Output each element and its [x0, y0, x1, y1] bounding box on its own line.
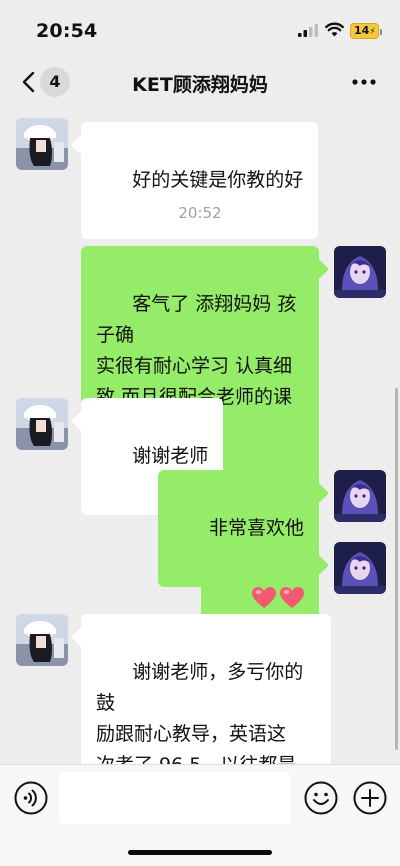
heart-icon: [280, 587, 304, 608]
emoji-icon[interactable]: [304, 781, 338, 815]
chat-scrollbar[interactable]: [395, 388, 398, 750]
my-avatar[interactable]: [334, 542, 386, 594]
message-bubble[interactable]: 谢谢老师，多亏你的鼓 励跟耐心教导，英语这 次考了 96.5，以往都是 80 多…: [81, 614, 331, 764]
home-indicator[interactable]: [128, 850, 272, 855]
message-list[interactable]: 好的关键是你教的好 20:52 客气了 添翔妈妈 孩子确 实很有耐心学习 认真细…: [0, 106, 400, 764]
status-time: 20:54: [36, 20, 98, 42]
plus-icon[interactable]: [353, 781, 387, 815]
message-text: 谢谢老师: [132, 445, 209, 467]
contact-avatar[interactable]: [16, 118, 68, 170]
heart-icon: [252, 587, 276, 608]
message-text: 好的关键是你教的好: [132, 169, 304, 191]
my-avatar[interactable]: [334, 470, 386, 522]
battery-indicator: 14⚡: [350, 23, 382, 39]
contact-avatar[interactable]: [16, 398, 68, 450]
battery-level: 14: [354, 24, 370, 37]
input-bar: [0, 764, 400, 866]
voice-icon[interactable]: [14, 781, 48, 815]
signal-icon: [298, 24, 318, 37]
message-timestamp: 20:52: [178, 204, 222, 222]
message-text: 非常喜欢他: [208, 517, 304, 539]
chat-title: KET顾添翔妈妈: [132, 74, 268, 96]
wifi-icon: [325, 22, 344, 37]
message-text: 谢谢老师，多亏你的鼓 励跟耐心教导，英语这 次考了 96.5，以往都是 80 多…: [96, 661, 304, 764]
my-avatar[interactable]: [334, 246, 386, 298]
contact-avatar[interactable]: [16, 614, 68, 666]
message-input[interactable]: [59, 772, 291, 824]
more-icon[interactable]: [351, 78, 377, 86]
heart-emoji: [250, 587, 306, 611]
status-bar: 20:54 14⚡: [0, 0, 400, 58]
chat-header: 4 KET顾添翔妈妈: [0, 58, 400, 106]
